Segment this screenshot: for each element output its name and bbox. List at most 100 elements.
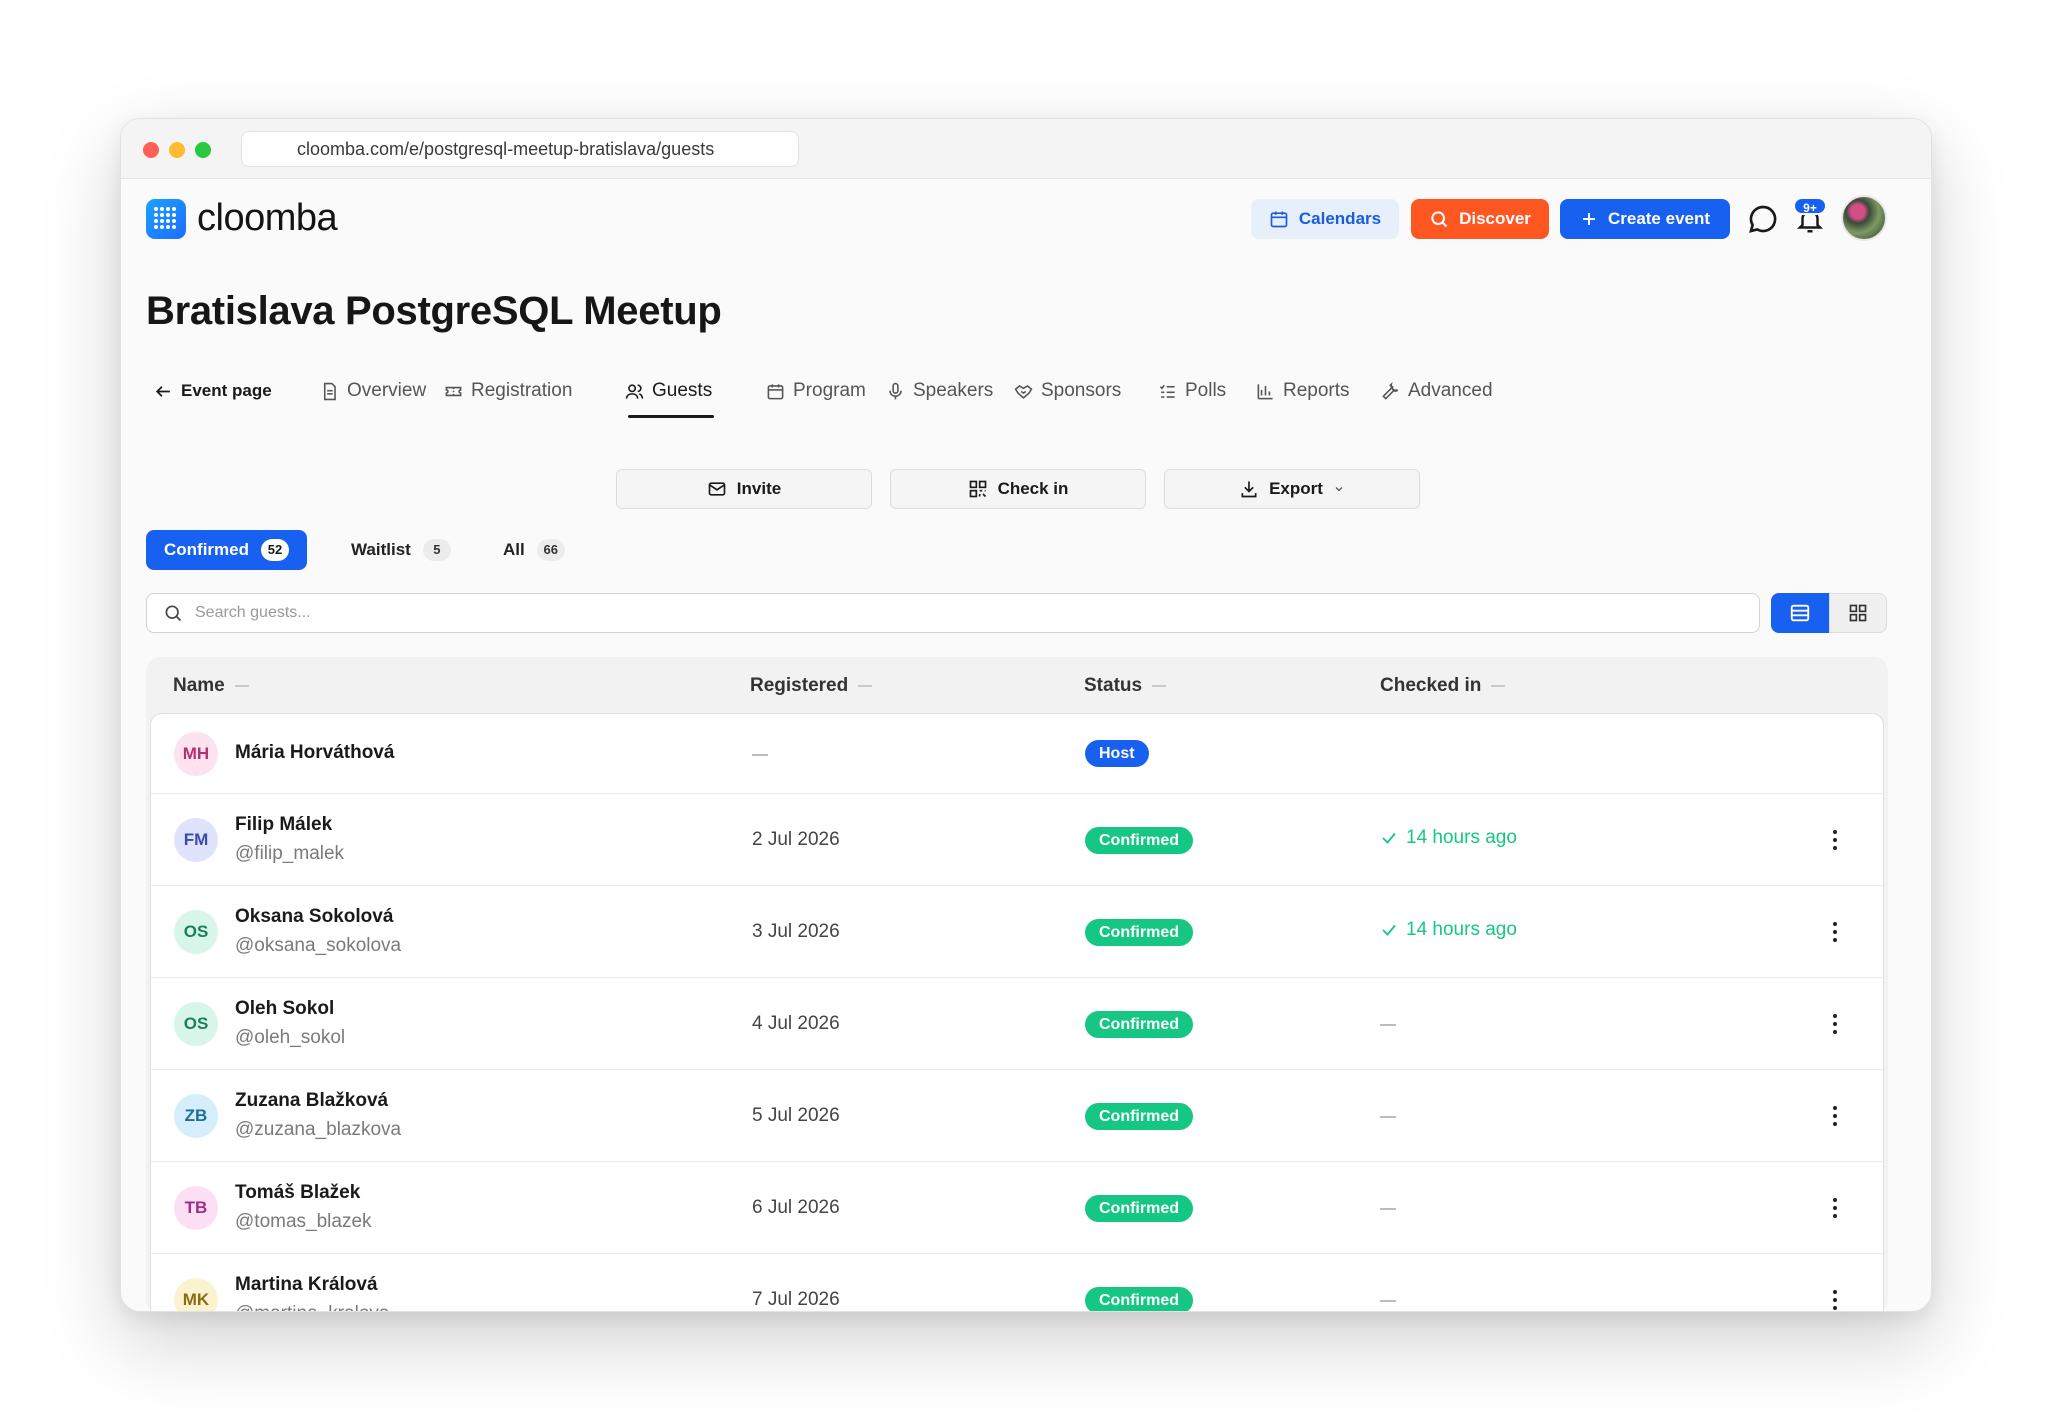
arrow-left-icon <box>155 385 170 397</box>
tab-polls[interactable]: Polls <box>1158 375 1226 407</box>
cloomba-logo-icon[interactable] <box>146 199 186 239</box>
row-menu-button[interactable] <box>1825 1101 1845 1131</box>
status-badge: Confirmed <box>1085 919 1193 946</box>
page-title: Bratislava PostgreSQL Meetup <box>146 289 722 333</box>
discover-button[interactable]: Discover <box>1411 199 1549 239</box>
search-icon <box>1431 211 1448 228</box>
row-menu-button[interactable] <box>1825 1009 1845 1039</box>
checked-in-time: 14 hours ago <box>1380 827 1517 849</box>
filter-confirmed[interactable]: Confirmed 52 <box>146 530 307 570</box>
status-badge: Confirmed <box>1085 1103 1193 1130</box>
tab-overview-label: Overview <box>347 380 427 401</box>
chat-bubble-icon[interactable] <box>1747 203 1779 235</box>
filter-all-label: All <box>503 540 525 559</box>
avatar: OS <box>174 1002 218 1046</box>
column-header-registered[interactable]: Registered <box>750 675 873 697</box>
tab-overview[interactable]: Overview <box>320 375 426 407</box>
url-bar[interactable]: cloomba.com/e/postgresql-meetup-bratisla… <box>241 131 799 167</box>
row-menu-button[interactable] <box>1825 1193 1845 1223</box>
invite-button[interactable]: Invite <box>616 469 872 509</box>
checked-in-empty-dash <box>1380 1208 1396 1210</box>
filter-waitlist-count: 5 <box>422 539 451 561</box>
registered-date: 7 Jul 2026 <box>752 1289 840 1310</box>
calendars-button[interactable]: Calendars <box>1251 199 1399 239</box>
tab-sponsors[interactable]: Sponsors <box>1014 375 1121 407</box>
table-row[interactable]: MH Mária Horváthová Host <box>151 714 1883 794</box>
notification-count-badge: 9+ <box>1793 197 1827 215</box>
table-row[interactable]: ZB Zuzana Blažková @zuzana_blazkova 5 Ju… <box>151 1070 1883 1162</box>
minimize-window-button[interactable] <box>169 142 185 158</box>
row-menu-button[interactable] <box>1825 825 1845 855</box>
registered-empty-dash <box>752 754 768 756</box>
guest-name: Zuzana Blažková <box>235 1090 389 1111</box>
column-header-status[interactable]: Status <box>1084 675 1167 697</box>
sort-indicator <box>858 685 873 687</box>
column-status-label: Status <box>1084 675 1143 696</box>
check-in-button[interactable]: Check in <box>890 469 1146 509</box>
create-event-label: Create event <box>1607 209 1711 228</box>
tab-speakers-label: Speakers <box>913 380 994 401</box>
discover-label: Discover <box>1459 209 1531 228</box>
guest-table-body: MH Mária Horváthová Host FM Filip Málek … <box>150 713 1884 1311</box>
guest-handle: @oksana_sokolova <box>235 935 402 956</box>
filter-confirmed-label: Confirmed <box>164 540 249 559</box>
checked-in-label: 14 hours ago <box>1406 827 1517 848</box>
tab-polls-label: Polls <box>1185 380 1227 401</box>
table-row[interactable]: OS Oksana Sokolová @oksana_sokolova 3 Ju… <box>151 886 1883 978</box>
ticket-icon <box>445 386 462 396</box>
checked-in-empty-dash <box>1380 1300 1396 1302</box>
back-to-event-page-link[interactable]: Event page <box>154 375 272 407</box>
registered-date: 2 Jul 2026 <box>752 829 840 850</box>
table-row[interactable]: TB Tomáš Blažek @tomas_blazek 6 Jul 2026… <box>151 1162 1883 1254</box>
create-event-button[interactable]: Create event <box>1560 199 1730 239</box>
tab-advanced[interactable]: Advanced <box>1381 375 1493 407</box>
table-row[interactable]: MK Martina Králová @martina_kralova 7 Ju… <box>151 1254 1883 1311</box>
filter-waitlist-label: Waitlist <box>351 540 411 559</box>
guest-name: Oksana Sokolová <box>235 906 394 927</box>
filter-waitlist[interactable]: Waitlist 5 <box>333 530 469 570</box>
calendar-icon <box>767 383 784 399</box>
search-input[interactable] <box>195 604 1595 622</box>
guest-name: Filip Málek <box>235 814 333 835</box>
tab-reports-label: Reports <box>1283 380 1350 401</box>
tab-guests[interactable]: Guests <box>625 375 712 407</box>
logo-wordmark[interactable]: cloomba <box>197 197 338 240</box>
mail-icon <box>708 482 726 496</box>
maximize-window-button[interactable] <box>195 142 211 158</box>
sort-indicator <box>234 685 249 687</box>
row-menu-button[interactable] <box>1825 917 1845 947</box>
guest-handle: @zuzana_blazkova <box>235 1119 402 1140</box>
user-avatar[interactable] <box>1841 195 1887 241</box>
tab-program[interactable]: Program <box>766 375 866 407</box>
column-header-name[interactable]: Name <box>173 675 249 697</box>
tab-reports[interactable]: Reports <box>1256 375 1350 407</box>
row-menu-button[interactable] <box>1825 1285 1845 1311</box>
filter-all[interactable]: All 66 <box>485 530 583 570</box>
tab-registration-label: Registration <box>471 380 573 401</box>
list-view-icon <box>1790 604 1810 622</box>
table-row[interactable]: OS Oleh Sokol @oleh_sokol 4 Jul 2026 Con… <box>151 978 1883 1070</box>
checked-in-label: 14 hours ago <box>1406 919 1517 940</box>
tab-registration[interactable]: Registration <box>444 375 572 407</box>
export-dropdown-button[interactable]: Export <box>1164 469 1420 509</box>
list-view-toggle[interactable] <box>1771 593 1829 633</box>
table-row[interactable]: FM Filip Málek @filip_malek 2 Jul 2026 C… <box>151 794 1883 886</box>
checked-in-time: 14 hours ago <box>1380 919 1517 941</box>
tab-speakers[interactable]: Speakers <box>886 375 993 407</box>
tab-advanced-label: Advanced <box>1408 380 1493 401</box>
document-icon <box>323 382 336 400</box>
browser-window: cloomba.com/e/postgresql-meetup-bratisla… <box>120 118 1932 1312</box>
bar-chart-icon <box>1257 383 1273 399</box>
guest-handle: @filip_malek <box>235 843 345 864</box>
registered-date: 4 Jul 2026 <box>752 1013 840 1034</box>
grid-view-toggle[interactable] <box>1829 593 1887 633</box>
filter-all-count: 66 <box>536 539 565 561</box>
calendar-icon <box>1270 211 1288 228</box>
close-window-button[interactable] <box>143 142 159 158</box>
sort-indicator <box>1152 685 1167 687</box>
status-badge: Confirmed <box>1085 827 1193 854</box>
guest-name: Mária Horváthová <box>235 742 395 763</box>
search-icon <box>165 605 182 622</box>
column-header-checked-in[interactable]: Checked in <box>1380 675 1506 697</box>
check-icon <box>1382 924 1396 936</box>
